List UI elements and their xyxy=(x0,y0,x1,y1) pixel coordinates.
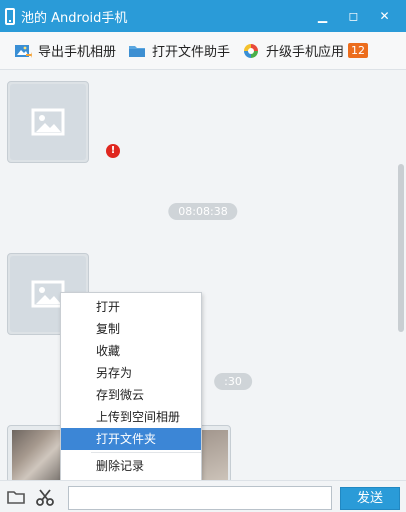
photo-export-icon xyxy=(14,43,32,59)
window-controls: ▁ ◻ ✕ xyxy=(307,0,400,32)
export-album-label: 导出手机相册 xyxy=(38,45,117,60)
close-button[interactable]: ✕ xyxy=(369,0,400,32)
export-album-button[interactable]: 导出手机相册 xyxy=(10,36,120,66)
app-store-icon xyxy=(242,43,260,59)
image-message[interactable] xyxy=(7,81,89,163)
phone-icon xyxy=(5,7,15,25)
menu-item-delete-record[interactable]: 删除记录 xyxy=(61,455,201,477)
upgrade-apps-label: 升级手机应用 xyxy=(266,45,345,60)
minimize-button[interactable]: ▁ xyxy=(307,0,338,32)
upgrade-apps-button[interactable]: 升级手机应用 12 xyxy=(238,36,372,66)
menu-item-favorite[interactable]: 收藏 xyxy=(61,340,201,362)
send-error-icon[interactable]: ! xyxy=(106,144,120,158)
restore-button[interactable]: ◻ xyxy=(338,0,369,32)
open-file-helper-label: 打开文件助手 xyxy=(152,45,231,60)
menu-item-open-folder[interactable]: 打开文件夹 xyxy=(61,428,201,450)
menu-item-save-weiyun[interactable]: 存到微云 xyxy=(61,384,201,406)
window-title: 池的 Android手机 xyxy=(21,10,128,26)
image-placeholder-icon xyxy=(31,108,65,136)
message-input[interactable] xyxy=(68,486,332,510)
composer-bar: 发送 xyxy=(0,480,406,512)
context-menu: 打开 复制 收藏 另存为 存到微云 上传到空间相册 打开文件夹 删除记录 xyxy=(60,292,202,481)
menu-item-open[interactable]: 打开 xyxy=(61,296,201,318)
folder-icon[interactable] xyxy=(7,488,25,506)
open-file-helper-button[interactable]: 打开文件助手 xyxy=(124,36,234,66)
folder-icon xyxy=(128,43,146,59)
menu-separator xyxy=(91,452,201,453)
scissors-icon[interactable] xyxy=(36,488,54,506)
toolbar: 导出手机相册 打开文件助手 升级手机应用 12 xyxy=(0,32,406,70)
timestamp: :30 xyxy=(214,373,252,390)
title-bar: 池的 Android手机 ▁ ◻ ✕ xyxy=(0,0,406,32)
menu-item-copy[interactable]: 复制 xyxy=(61,318,201,340)
image-placeholder xyxy=(10,84,86,160)
vertical-scrollbar[interactable] xyxy=(398,164,404,332)
menu-item-upload-album[interactable]: 上传到空间相册 xyxy=(61,406,201,428)
menu-item-save-as[interactable]: 另存为 xyxy=(61,362,201,384)
send-button[interactable]: 发送 xyxy=(340,487,400,510)
timestamp: 08:08:38 xyxy=(168,203,238,220)
upgrade-count-badge: 12 xyxy=(348,43,369,58)
